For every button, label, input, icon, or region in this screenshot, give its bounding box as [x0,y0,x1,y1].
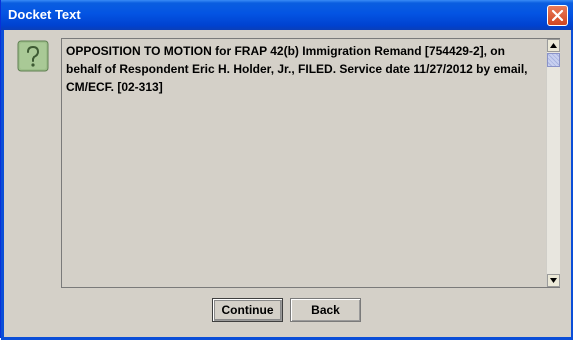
arrow-up-icon [550,43,557,48]
dialog-window: Docket Text OPPOSITION TO MOTION for FRA… [0,0,573,340]
window-title: Docket Text [8,7,81,22]
scroll-thumb[interactable] [547,53,560,67]
title-bar[interactable]: Docket Text [1,0,573,30]
dialog-body: OPPOSITION TO MOTION for FRAP 42(b) Immi… [4,30,571,337]
question-mark-icon [17,40,49,72]
scroll-up-button[interactable] [547,39,560,52]
back-button[interactable]: Back [290,298,361,322]
vertical-scrollbar[interactable] [546,39,560,287]
docket-text: OPPOSITION TO MOTION for FRAP 42(b) Immi… [66,44,528,94]
scroll-down-button[interactable] [547,274,560,287]
close-button[interactable] [547,5,568,26]
continue-button[interactable]: Continue [212,298,283,322]
arrow-down-icon [550,278,557,283]
close-icon [551,9,564,22]
docket-text-area[interactable]: OPPOSITION TO MOTION for FRAP 42(b) Immi… [61,38,560,288]
